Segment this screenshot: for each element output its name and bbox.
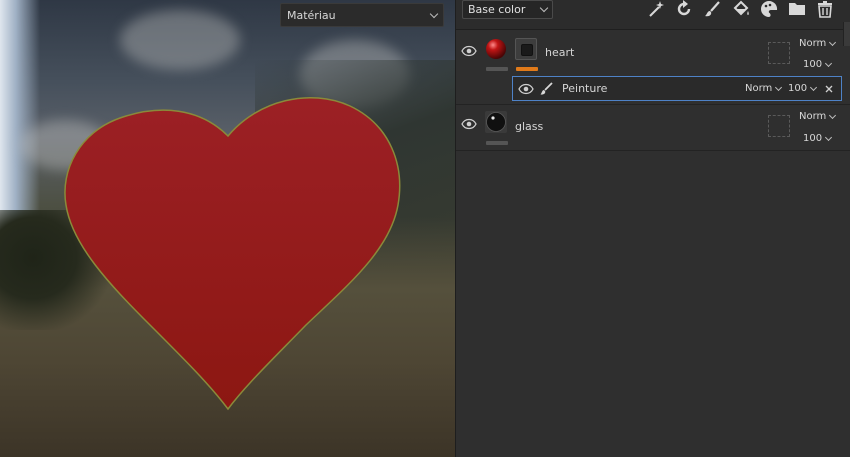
chevron-down-icon — [810, 83, 818, 91]
mask-thumbnail[interactable] — [515, 38, 537, 60]
blend-mode-dropdown[interactable]: Norm — [745, 83, 783, 94]
sublayer-name: Peinture — [562, 82, 608, 95]
3d-viewport[interactable]: Matériau — [0, 0, 455, 457]
chevron-down-icon — [829, 38, 837, 46]
folder-icon[interactable] — [788, 0, 806, 18]
material-dropdown-value: Matériau — [287, 8, 336, 22]
chevron-down-icon — [429, 9, 439, 18]
palette-icon[interactable] — [760, 0, 778, 18]
chevron-down-icon — [825, 133, 833, 141]
layer-glass[interactable]: glass Norm 100 — [456, 105, 850, 151]
opacity-dropdown[interactable]: 100 — [803, 59, 833, 70]
opacity-value: 100 — [803, 133, 823, 144]
brush-icon[interactable] — [704, 0, 722, 18]
material-sphere-thumbnail — [485, 111, 507, 133]
opacity-dropdown[interactable]: 100 — [803, 133, 833, 144]
layer-mask-slot[interactable] — [768, 42, 790, 64]
eye-icon[interactable] — [461, 45, 477, 57]
layer-underline — [486, 67, 508, 71]
blend-mode-value: Norm — [799, 111, 827, 122]
material-dropdown[interactable]: Matériau — [280, 3, 444, 27]
blend-mode-value: Norm — [799, 38, 827, 49]
panel-collapse-handle[interactable] — [843, 22, 850, 46]
refresh-icon[interactable] — [675, 0, 693, 18]
chevron-down-icon — [775, 83, 783, 91]
chevron-down-icon — [829, 111, 837, 119]
mask-active-indicator — [516, 67, 538, 71]
layer-name: heart — [545, 46, 575, 59]
brush-icon — [540, 82, 553, 95]
layers-toolbar: Base color — [456, 0, 850, 30]
opacity-dropdown[interactable]: 100 — [788, 83, 818, 94]
layer-mask-slot[interactable] — [768, 115, 790, 137]
channel-dropdown-value: Base color — [468, 3, 526, 16]
magic-wand-icon[interactable] — [647, 0, 665, 18]
opacity-value: 100 — [803, 59, 823, 70]
layer-name: glass — [515, 120, 544, 133]
opacity-value: 100 — [788, 83, 808, 94]
heart-shape — [64, 96, 401, 411]
layer-underline — [486, 141, 508, 145]
chevron-down-icon — [825, 59, 833, 67]
eye-icon[interactable] — [518, 83, 534, 95]
chevron-down-icon — [539, 3, 549, 13]
blend-mode-value: Norm — [745, 83, 773, 94]
material-sphere-thumbnail — [486, 39, 506, 59]
channel-dropdown[interactable]: Base color — [462, 0, 553, 19]
layers-panel: Base color heart Norm 100 Peinture Norm … — [455, 0, 850, 457]
heart-model[interactable] — [0, 0, 455, 457]
sublayer-peinture[interactable]: Peinture Norm 100 — [512, 76, 842, 101]
close-icon[interactable] — [825, 85, 833, 93]
fill-bucket-icon[interactable] — [732, 0, 750, 18]
eye-icon[interactable] — [461, 118, 477, 130]
trash-icon[interactable] — [816, 0, 834, 18]
blend-mode-dropdown[interactable]: Norm — [799, 111, 837, 122]
blend-mode-dropdown[interactable]: Norm — [799, 38, 837, 49]
